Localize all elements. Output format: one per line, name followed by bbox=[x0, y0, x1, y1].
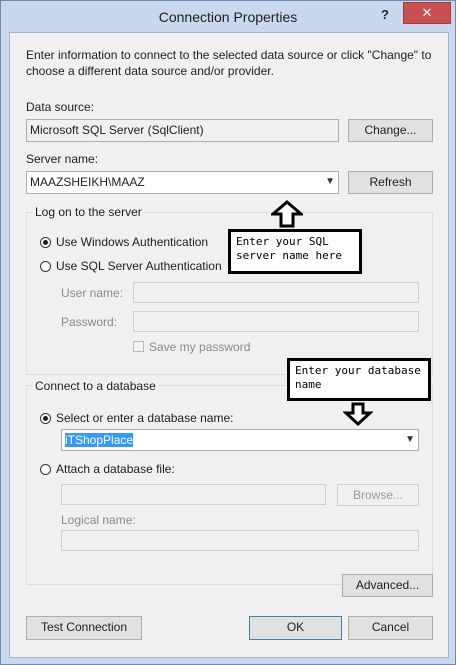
title-bar[interactable]: Connection Properties ? ✕ bbox=[1, 1, 455, 32]
sql-auth-label[interactable]: Use SQL Server Authentication bbox=[56, 259, 222, 273]
logical-name-label: Logical name: bbox=[61, 513, 136, 527]
attach-file-input[interactable] bbox=[61, 484, 326, 505]
close-icon: ✕ bbox=[421, 5, 433, 20]
change-button[interactable]: Change... bbox=[348, 119, 433, 142]
logical-name-input[interactable] bbox=[61, 530, 419, 551]
down-arrow-icon bbox=[343, 402, 373, 426]
server-name-label: Server name: bbox=[26, 152, 99, 166]
username-input[interactable] bbox=[133, 282, 419, 303]
database-name-annotation: Enter your database name bbox=[287, 358, 431, 401]
cancel-button[interactable]: Cancel bbox=[348, 616, 433, 640]
data-source-value: Microsoft SQL Server (SqlClient) bbox=[30, 123, 204, 137]
connection-properties-dialog: Connection Properties ? ✕ Enter informat… bbox=[0, 0, 456, 665]
data-source-label: Data source: bbox=[26, 100, 95, 114]
windows-auth-radio[interactable] bbox=[40, 237, 51, 248]
ok-button[interactable]: OK bbox=[249, 616, 342, 640]
browse-button[interactable]: Browse... bbox=[337, 484, 419, 506]
help-button[interactable]: ? bbox=[374, 5, 396, 25]
attach-db-label[interactable]: Attach a database file: bbox=[56, 462, 175, 476]
database-name-combobox[interactable]: iTShopPlace ▼ bbox=[61, 429, 419, 451]
sql-auth-radio[interactable] bbox=[40, 261, 51, 272]
password-label: Password: bbox=[61, 315, 118, 329]
windows-auth-label[interactable]: Use Windows Authentication bbox=[56, 235, 208, 249]
select-db-radio[interactable] bbox=[40, 413, 51, 424]
save-password-checkbox[interactable] bbox=[133, 341, 144, 352]
save-password-label[interactable]: Save my password bbox=[149, 340, 250, 354]
refresh-button[interactable]: Refresh bbox=[348, 171, 433, 194]
chevron-down-icon[interactable]: ▼ bbox=[325, 173, 335, 190]
username-label: User name: bbox=[61, 286, 124, 300]
database-group-title: Connect to a database bbox=[32, 379, 159, 393]
select-db-label[interactable]: Select or enter a database name: bbox=[56, 411, 233, 425]
advanced-button[interactable]: Advanced... bbox=[342, 574, 433, 597]
attach-db-radio[interactable] bbox=[40, 464, 51, 475]
logon-group-title: Log on to the server bbox=[32, 205, 145, 219]
close-button[interactable]: ✕ bbox=[403, 2, 451, 24]
database-name-value: iTShopPlace bbox=[65, 433, 134, 447]
data-source-field: Microsoft SQL Server (SqlClient) bbox=[26, 119, 339, 142]
up-arrow-icon bbox=[271, 200, 303, 228]
password-input[interactable] bbox=[133, 311, 419, 332]
server-name-combobox[interactable]: MAAZSHEIKH\MAAZ ▼ bbox=[26, 171, 339, 194]
server-name-value: MAAZSHEIKH\MAAZ bbox=[30, 175, 145, 189]
dialog-body: Enter information to connect to the sele… bbox=[9, 32, 449, 658]
test-connection-button[interactable]: Test Connection bbox=[26, 616, 142, 640]
server-name-annotation: Enter your SQL server name here bbox=[228, 229, 362, 274]
intro-text: Enter information to connect to the sele… bbox=[26, 48, 432, 78]
chevron-down-icon[interactable]: ▼ bbox=[405, 431, 415, 448]
